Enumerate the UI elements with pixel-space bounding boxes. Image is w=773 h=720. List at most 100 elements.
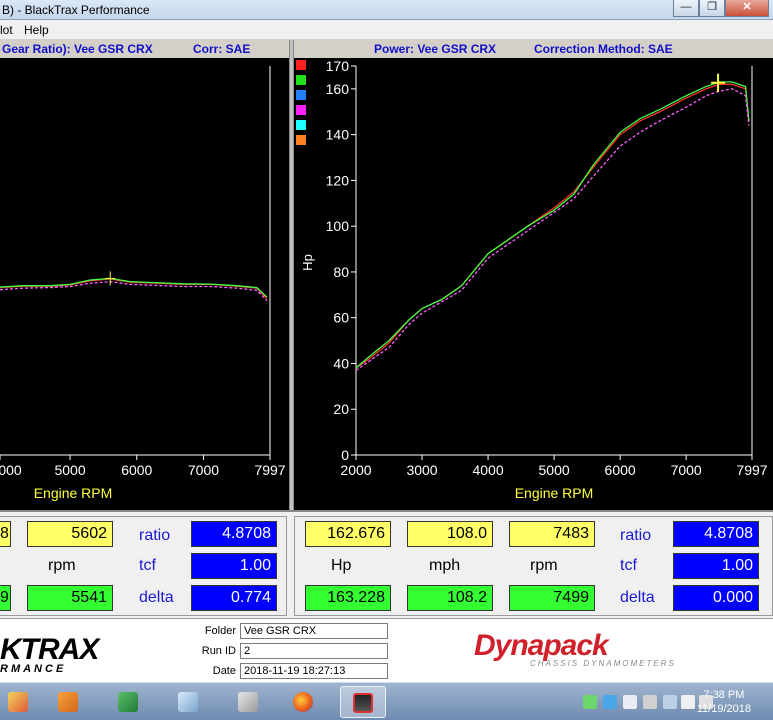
hp-top-value: 162.676 xyxy=(305,521,391,547)
window-title: B) - BlackTrax Performance xyxy=(2,3,150,17)
legend-swatch xyxy=(296,75,306,85)
right-readout-group: 162.676 108.0 7483 Hp mph rpm 163.228 10… xyxy=(294,516,773,616)
hp-label: Hp xyxy=(331,557,352,574)
right-graph-plot[interactable]: 0 20 40 60 80 100 120 140 160 170 2000 3000 4000 5000… xyxy=(294,58,773,510)
taskbar-clock[interactable]: 7:38 PM 11/19/2018 xyxy=(697,688,751,716)
x-tick-label: 6000 xyxy=(121,462,152,478)
taskbar-media-player[interactable] xyxy=(50,686,86,718)
x-tick-label: 3000 xyxy=(406,462,437,478)
clock-time: 7:38 PM xyxy=(703,689,745,701)
taskbar-calculator[interactable] xyxy=(230,686,266,718)
run-id-field[interactable]: 2 xyxy=(240,643,388,659)
minimize-button[interactable]: — xyxy=(673,0,699,17)
x-tick-label: 4000 xyxy=(472,462,503,478)
taskbar-firefox[interactable] xyxy=(285,686,321,718)
x-tick-label: 2000 xyxy=(340,462,371,478)
network-icon[interactable] xyxy=(603,695,617,709)
legend-swatch xyxy=(296,120,306,130)
taskbar-blacktrax[interactable] xyxy=(340,686,386,718)
menu-help[interactable]: Help xyxy=(24,23,49,37)
right-delta-value: 0.000 xyxy=(673,585,759,611)
firefox-icon xyxy=(293,692,313,712)
legend-swatch xyxy=(296,105,306,115)
system-tray: 7:38 PM 11/19/2018 xyxy=(573,683,773,720)
calculator-icon xyxy=(238,692,258,712)
left-tcf-value: 1.00 xyxy=(191,553,277,579)
y-tick-label: 100 xyxy=(326,218,350,234)
dynapack-logo-subtext: CHASSIS DYNAMOMETERS xyxy=(530,659,676,668)
rpm-label: rpm xyxy=(530,557,558,574)
left-delta-value: 0.774 xyxy=(191,585,277,611)
run-id-label: Run ID xyxy=(201,645,236,657)
window-controls: — ❐ ✕ xyxy=(673,0,769,18)
hp-bottom-value: 163.228 xyxy=(305,585,391,611)
left-readout-group: 8 5602 rpm 9 5541 ratio 4.8708 tcf 1.00 … xyxy=(0,516,287,616)
y-tick-label: 140 xyxy=(326,127,350,143)
wifi-icon[interactable] xyxy=(681,695,695,709)
signal-icon[interactable] xyxy=(583,695,597,709)
hp-series-line xyxy=(355,83,750,369)
right-graph-title: Power: Vee GSR CRX xyxy=(374,42,497,56)
y-tick-label: 120 xyxy=(326,172,350,188)
monitor-icon[interactable] xyxy=(663,695,677,709)
menu-bar: lot Help xyxy=(0,20,773,40)
taskbar-excel[interactable] xyxy=(110,686,146,718)
y-tick-label: 0 xyxy=(341,447,349,463)
folder-field[interactable]: Vee GSR CRX xyxy=(240,623,388,639)
menu-plot[interactable]: lot xyxy=(0,23,13,37)
right-delta-label: delta xyxy=(620,589,655,606)
legend-swatch xyxy=(296,135,306,145)
x-tick-label: 7000 xyxy=(188,462,219,478)
right-graph-header: Power: Vee GSR CRX Correction Method: SA… xyxy=(294,40,773,58)
flag-icon[interactable] xyxy=(643,695,657,709)
left-top-rpm-value: 5602 xyxy=(27,521,113,547)
x-tick-label: 7997 xyxy=(254,462,285,478)
run-info-strip: KTRAX RMANCE Folder Vee GSR CRX Run ID 2… xyxy=(0,618,773,682)
left-graph-header: Gear Ratio): Vee GSR CRX Corr: SAE xyxy=(0,40,289,58)
title-bar: B) - BlackTrax Performance — ❐ ✕ xyxy=(0,0,773,20)
dynapack-logo-text: Dynapack xyxy=(474,629,609,662)
right-tcf-value: 1.00 xyxy=(673,553,759,579)
x-tick-label: 7997 xyxy=(736,462,767,478)
excel-icon xyxy=(118,692,138,712)
left-ratio-label: ratio xyxy=(139,527,171,544)
mph-label: mph xyxy=(429,557,461,574)
right-graph-panel: Power: Vee GSR CRX Correction Method: SA… xyxy=(294,40,773,510)
x-tick-label: 5000 xyxy=(54,462,85,478)
left-graph-plot[interactable]: 000 5000 6000 7000 7997 Engine RPM xyxy=(0,58,289,510)
hp-series-line xyxy=(355,88,750,371)
y-axis-title: Hp xyxy=(300,254,315,271)
close-button[interactable]: ✕ xyxy=(725,0,769,17)
y-tick-label: 20 xyxy=(333,401,349,417)
y-tick-label: 60 xyxy=(333,310,349,326)
x-tick-label: 000 xyxy=(0,462,22,478)
date-field[interactable]: 2018-11-19 18:27:13 xyxy=(240,663,388,679)
taskbar: 7:38 PM 11/19/2018 xyxy=(0,682,773,720)
paint-icon xyxy=(8,692,28,712)
blacktrax-logo-text: KTRAX xyxy=(0,633,99,666)
x-tick-label: 7000 xyxy=(671,462,702,478)
notepad-icon xyxy=(178,692,198,712)
taskbar-notepad[interactable] xyxy=(170,686,206,718)
taskbar-paint[interactable] xyxy=(0,686,36,718)
y-tick-label: 160 xyxy=(326,81,350,97)
x-tick-label: 6000 xyxy=(605,462,636,478)
legend-swatch xyxy=(296,60,306,70)
hp-series-line xyxy=(355,81,750,369)
mph-top-value: 108.0 xyxy=(407,521,493,547)
x-axis-title: Engine RPM xyxy=(34,485,113,501)
x-axis-title: Engine RPM xyxy=(515,485,594,501)
left-ratio-value: 4.8708 xyxy=(191,521,277,547)
left-tcf-label: tcf xyxy=(139,557,156,574)
x-tick-label: 5000 xyxy=(539,462,570,478)
left-graph-correction: Corr: SAE xyxy=(193,42,251,56)
restore-button[interactable]: ❐ xyxy=(699,0,725,17)
blacktrax-icon xyxy=(353,693,373,713)
y-tick-label: 40 xyxy=(333,355,349,371)
right-ratio-label: ratio xyxy=(620,527,652,544)
clock-date: 11/19/2018 xyxy=(696,703,751,715)
left-graph-panel: Gear Ratio): Vee GSR CRX Corr: SAE 000 50… xyxy=(0,40,289,510)
media-player-icon xyxy=(58,692,78,712)
skype-icon[interactable] xyxy=(623,695,637,709)
right-graph-correction: Correction Method: SAE xyxy=(534,42,673,56)
